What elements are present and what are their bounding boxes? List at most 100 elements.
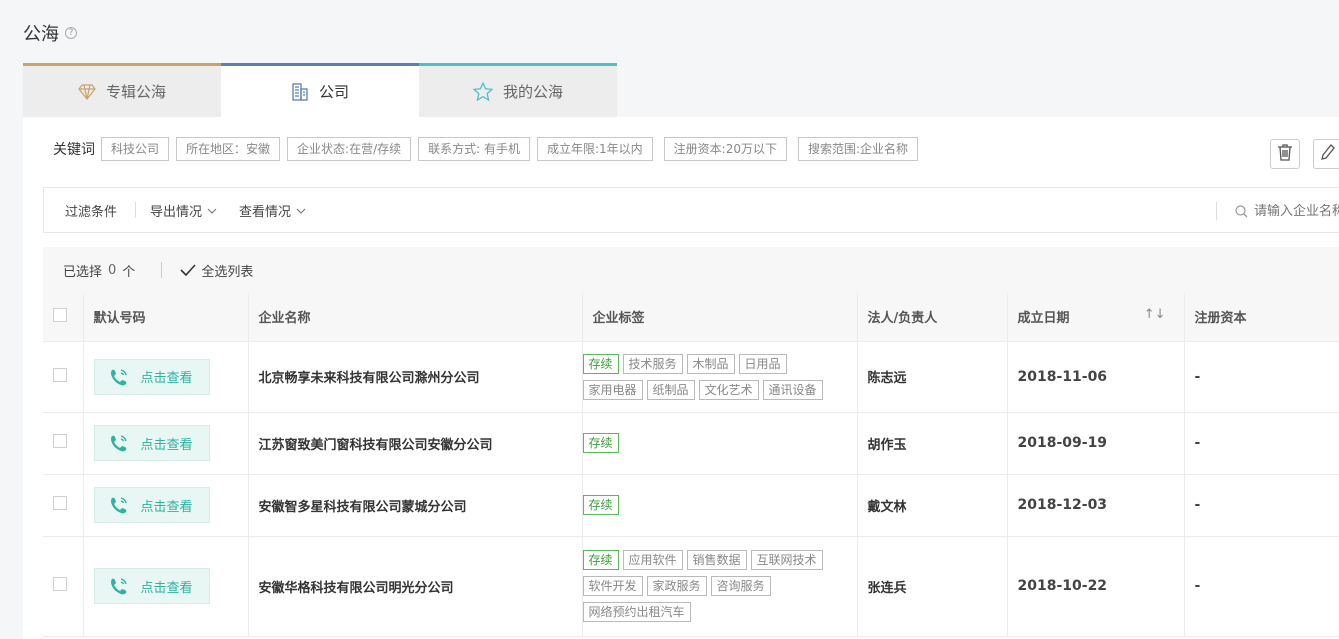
tab-company[interactable]: 公司 — [221, 63, 419, 117]
check-icon — [180, 264, 196, 276]
view-phone-button[interactable]: 点击查看 — [93, 358, 210, 395]
industry-tag: 网络预约出租汽车 — [582, 602, 691, 622]
chevron-down-icon — [207, 203, 217, 218]
view-label: 点击查看 — [140, 371, 193, 386]
phone-icon — [109, 367, 129, 387]
question-circle-icon[interactable]: ? — [65, 27, 77, 39]
registered-capital: - — [1184, 536, 1339, 637]
row-checkbox[interactable] — [53, 496, 67, 510]
export-status-label: 导出情况 — [150, 204, 203, 220]
company-name[interactable]: 安徽智多星科技有限公司蒙城分公司 — [248, 474, 583, 537]
column-header: 默认号码 — [83, 293, 249, 342]
registered-capital: - — [1184, 341, 1339, 413]
company-name[interactable]: 江苏窗致美门窗科技有限公司安徽分公司 — [248, 412, 583, 475]
diamond-icon — [78, 83, 96, 100]
filter-bar: 过滤条件 导出情况 查看情况 — [43, 187, 1339, 233]
registered-capital: - — [1184, 412, 1339, 475]
select-all-checkbox[interactable] — [53, 307, 67, 322]
table-row[interactable]: 点击查看 安徽智多星科技有限公司蒙城分公司 存续 戴文林 2018-12-03 … — [43, 474, 1339, 537]
pencil-icon — [1319, 143, 1335, 165]
view-phone-button[interactable]: 点击查看 — [93, 568, 210, 604]
search-icon — [1235, 204, 1248, 218]
export-status-dropdown[interactable]: 导出情况 — [150, 201, 217, 220]
view-label: 点击查看 — [140, 499, 193, 515]
industry-tag: 销售数据 — [686, 550, 747, 570]
row-checkbox[interactable] — [53, 577, 67, 591]
industry-tag: 家用电器 — [582, 379, 643, 400]
industry-tag: 通讯设备 — [762, 379, 823, 400]
column-header: 企业名称 — [248, 293, 583, 342]
phone-icon — [109, 495, 129, 515]
legal-person: 戴文林 — [857, 474, 1008, 537]
selected-label: 已选择 — [63, 264, 103, 280]
status-tag: 存续 — [582, 550, 619, 570]
column-header-date[interactable]: 成立日期 ↑↓ — [1007, 293, 1185, 342]
industry-tag: 软件开发 — [582, 576, 643, 596]
chevron-down-icon — [296, 203, 306, 218]
tab-my-pool[interactable]: 我的公海 — [419, 63, 617, 117]
status-tag: 存续 — [582, 495, 619, 515]
company-tags: 存续 — [582, 474, 858, 537]
table-row[interactable]: 点击查看 江苏窗致美门窗科技有限公司安徽分公司 存续 胡作玉 2018-09-1… — [43, 412, 1339, 475]
divider — [1216, 202, 1217, 220]
column-header: 企业标签 — [582, 293, 858, 342]
company-tags: 存续 应用软件 销售数据 互联网技术 软件开发 家政服务 咨询服务 网络预约出租汽车 — [582, 536, 858, 637]
page-title-text: 公海 — [23, 24, 59, 45]
founded-date: 2018-11-06 — [1007, 341, 1185, 413]
view-status-label: 查看情况 — [239, 204, 292, 220]
row-checkbox[interactable] — [53, 434, 67, 448]
company-tags: 存续 — [582, 412, 858, 475]
view-phone-button[interactable]: 点击查看 — [93, 487, 210, 523]
legal-person: 陈志远 — [857, 341, 1008, 413]
keyword-tag[interactable]: 成立年限:1年以内 — [536, 137, 653, 161]
delete-button[interactable] — [1270, 139, 1300, 169]
industry-tag: 咨询服务 — [710, 576, 771, 596]
view-label: 点击查看 — [140, 580, 193, 596]
company-name[interactable]: 北京畅享未来科技有限公司滁州分公司 — [248, 341, 583, 413]
page-title: 公海 ? — [23, 20, 77, 46]
registered-capital: - — [1184, 474, 1339, 537]
star-icon — [472, 82, 493, 101]
divider — [135, 202, 137, 218]
tab-bar: 专辑公海 公司 我的公海 — [23, 63, 617, 117]
column-header: 法人/负责人 — [857, 293, 1008, 342]
view-status-dropdown[interactable]: 查看情况 — [239, 201, 306, 220]
table-row[interactable]: 点击查看 安徽华格科技有限公司明光分公司 存续 应用软件 销售数据 互联网技术 软件开发… — [43, 536, 1339, 637]
sort-icon[interactable]: ↑↓ — [1144, 307, 1166, 322]
industry-tag: 木制品 — [686, 353, 735, 374]
keyword-tag[interactable]: 科技公司 — [101, 137, 170, 161]
content-panel: 关键词 科技公司 所在地区：安徽 企业状态:在营/存续 联系方式: 有手机 成立… — [23, 117, 1339, 639]
keyword-label: 关键词 — [53, 142, 95, 158]
building-icon — [291, 82, 309, 101]
phone-icon — [109, 576, 129, 596]
divider — [161, 262, 163, 278]
keyword-tag[interactable]: 联系方式: 有手机 — [418, 137, 530, 161]
view-phone-button[interactable]: 点击查看 — [93, 425, 210, 461]
company-tags: 存续 技术服务 木制品 日用品 家用电器 纸制品 文化艺术 通讯设备 — [582, 341, 858, 413]
keyword-tag[interactable]: 所在地区：安徽 — [176, 137, 281, 161]
filter-conditions-button[interactable]: 过滤条件 — [65, 201, 117, 220]
selected-unit: 个 — [122, 264, 136, 280]
trash-icon — [1277, 143, 1293, 165]
keyword-tag[interactable]: 注册资本:20万以下 — [663, 137, 787, 161]
search-box — [1216, 202, 1339, 220]
company-name[interactable]: 安徽华格科技有限公司明光分公司 — [248, 536, 583, 637]
phone-icon — [109, 433, 129, 453]
view-label: 点击查看 — [140, 437, 193, 453]
keyword-tag[interactable]: 搜索范围:企业名称 — [798, 137, 919, 161]
tab-special-pool[interactable]: 专辑公海 — [23, 63, 221, 117]
founded-date: 2018-09-19 — [1007, 412, 1185, 475]
select-all-button[interactable]: 全选列表 — [180, 261, 253, 280]
edit-button[interactable] — [1313, 139, 1339, 169]
selection-bar: 已选择 0 个 全选列表 — [43, 247, 1339, 293]
status-tag: 存续 — [582, 353, 619, 374]
legal-person: 胡作玉 — [857, 412, 1008, 475]
search-input[interactable] — [1254, 203, 1339, 219]
company-table: 默认号码 企业名称 企业标签 法人/负责人 成立日期 ↑↓ 注册资本 点击查看 北… — [43, 293, 1339, 637]
row-checkbox[interactable] — [53, 367, 67, 382]
keyword-tag[interactable]: 企业状态:在营/存续 — [287, 137, 412, 161]
industry-tag: 互联网技术 — [750, 550, 823, 570]
column-header: 注册资本 — [1184, 293, 1339, 342]
column-header: 成立日期 — [1017, 311, 1070, 327]
table-row[interactable]: 点击查看 北京畅享未来科技有限公司滁州分公司 存续 技术服务 木制品 日用品 家用电器纸… — [43, 341, 1339, 413]
